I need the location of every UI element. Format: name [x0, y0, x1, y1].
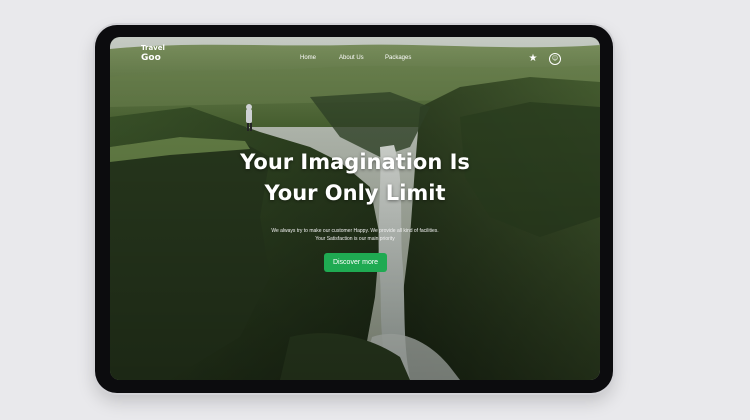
star-icon[interactable]: ★: [528, 54, 538, 64]
hero-subtitle-line2: Your Satisfaction is our main priority: [315, 236, 395, 242]
brand-logo-line2: Goo: [141, 53, 161, 63]
nav-link-about-us[interactable]: About Us: [339, 55, 364, 61]
hero-title-line1: Your Imagination Is: [240, 150, 470, 174]
hero-title: Your Imagination Is Your Only Limit: [110, 147, 600, 209]
discover-more-button[interactable]: Discover more: [324, 253, 387, 272]
hero-subtitle-line1: We always try to make our customer Happy…: [271, 228, 439, 234]
brand-logo[interactable]: Travel Goo: [141, 45, 165, 63]
hero-subtitle: We always try to make our customer Happy…: [110, 227, 600, 243]
tablet-screen: Travel Goo Home About Us Packages ★ ☺ Yo…: [110, 37, 600, 380]
brand-logo-line1: Travel: [141, 44, 165, 52]
user-circle-icon[interactable]: ☺: [549, 53, 561, 65]
nav-link-home[interactable]: Home: [300, 55, 316, 61]
nav-link-packages[interactable]: Packages: [385, 55, 411, 61]
hero-title-line2: Your Only Limit: [264, 181, 446, 205]
